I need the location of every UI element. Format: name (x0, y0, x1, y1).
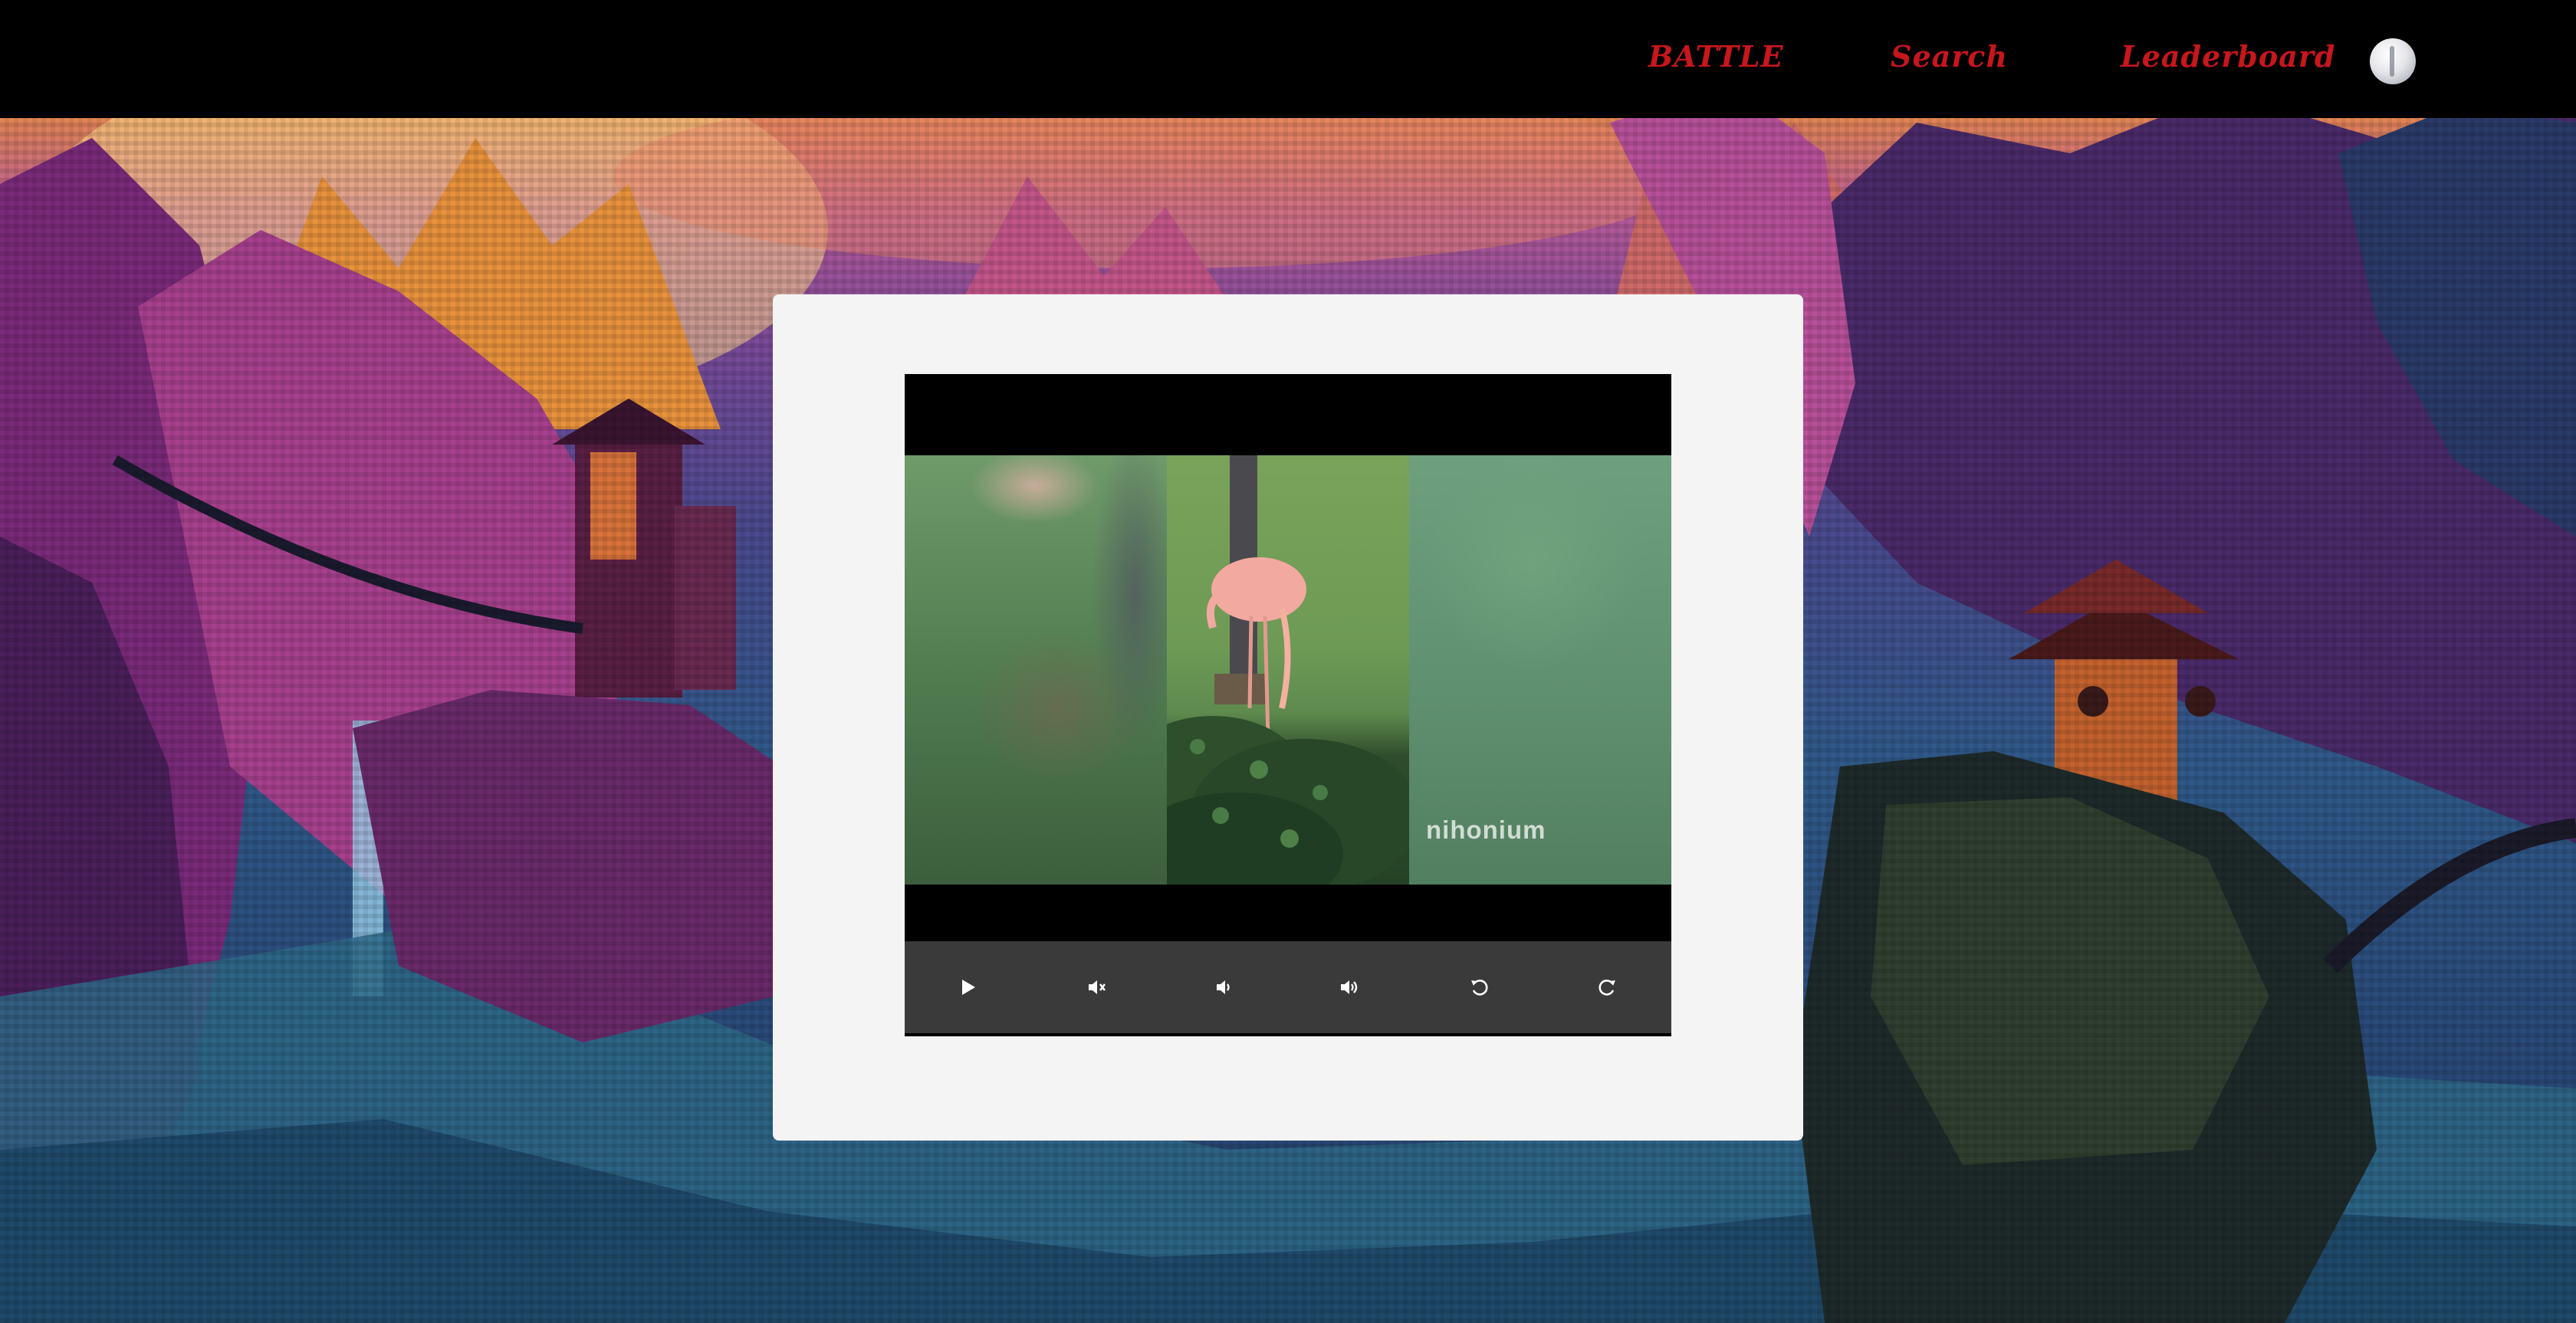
flamingo-scene (1121, 455, 1420, 885)
mute-icon (1089, 980, 1106, 994)
user-avatar[interactable] (2370, 38, 2416, 84)
video-player[interactable]: nihonium (905, 374, 1671, 1036)
nav-battle-link[interactable]: BATTLE (1648, 34, 1783, 80)
video-frame[interactable]: nihonium (905, 455, 1671, 885)
volume-up-button[interactable] (1336, 973, 1363, 1001)
video-center-clip (1121, 455, 1420, 885)
play-icon (962, 980, 975, 995)
video-watermark: nihonium (1426, 816, 1546, 844)
nav-search-link[interactable]: Search (1891, 34, 2008, 80)
play-button[interactable] (954, 973, 981, 1001)
volume-up-icon (1341, 980, 1358, 994)
rewind-icon (1471, 980, 1488, 996)
rewind-button[interactable] (1466, 973, 1493, 1001)
video-controls (905, 941, 1671, 1033)
forward-button[interactable] (1593, 973, 1621, 1001)
forward-icon (1598, 980, 1615, 996)
video-blur-left (905, 455, 1167, 885)
top-navbar: BATTLE Search Leaderboard (0, 0, 2576, 118)
volume-down-icon (1217, 980, 1230, 994)
mute-button[interactable] (1083, 973, 1110, 1001)
video-card: nihonium (773, 294, 1803, 1141)
nav-leaderboard-link[interactable]: Leaderboard (2121, 34, 2335, 80)
volume-down-button[interactable] (1210, 973, 1237, 1001)
